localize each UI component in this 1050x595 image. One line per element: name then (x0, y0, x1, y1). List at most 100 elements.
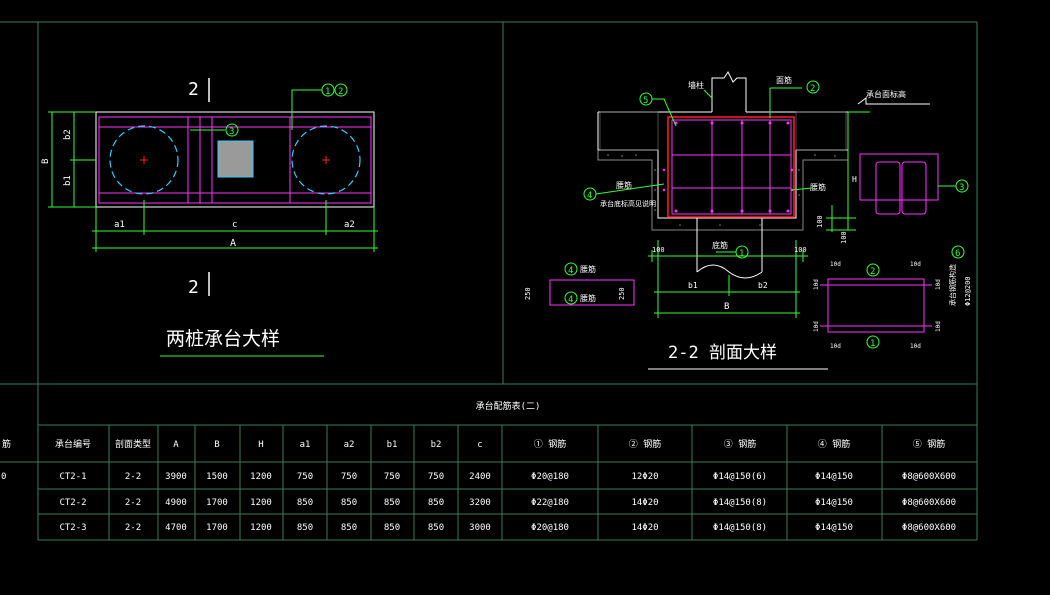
table-header-cell: ③ 钢筋 (724, 438, 756, 450)
dim-c: c (232, 220, 237, 230)
table-header-cell: a2 (344, 440, 355, 450)
table-cell: 1500 (206, 472, 228, 482)
left-drawing-title: 两桩承台大样 (166, 328, 280, 350)
svg-text:5: 5 (643, 96, 648, 106)
svg-text:1: 1 (325, 87, 330, 97)
svg-text:250: 250 (524, 287, 532, 300)
table-cell: 2400 (469, 472, 491, 482)
svg-text:4: 4 (568, 295, 573, 305)
table-cell: 14Φ20 (631, 498, 658, 508)
svg-text:1: 1 (739, 249, 744, 259)
table-cell: 750 (341, 472, 357, 482)
table-cell: CT2-1 (59, 472, 86, 482)
table-header-cell: b1 (387, 440, 398, 450)
table-cut-header: 筋 (2, 438, 11, 450)
svg-text:承台钢筋构造: 承台钢筋构造 (948, 264, 957, 306)
table-cell: 850 (428, 523, 444, 533)
right-drawing-title: 2-2 剖面大样 (668, 343, 777, 363)
svg-text:2: 2 (338, 87, 343, 97)
table-cell: Φ14@150(6) (713, 472, 767, 482)
table-cell: 850 (297, 523, 313, 533)
svg-text:10d: 10d (830, 261, 841, 268)
table-cell: Φ14@150 (815, 523, 853, 533)
svg-text:腰筋: 腰筋 (580, 293, 596, 303)
dim-b2: b2 (63, 129, 73, 140)
table-cell: 12Φ20 (631, 472, 658, 482)
svg-text:腰筋: 腰筋 (616, 180, 632, 190)
table-cell: 14Φ20 (631, 523, 658, 533)
table-cell: 850 (297, 498, 313, 508)
table-cell: CT2-2 (59, 498, 86, 508)
table-cut-row: 0 (1, 472, 6, 482)
table-cell: 1700 (206, 498, 228, 508)
svg-text:6: 6 (955, 249, 960, 259)
table-header-cell: H (258, 440, 263, 450)
table-cell: CT2-3 (59, 523, 86, 533)
svg-text:H: H (852, 175, 857, 184)
svg-text:10d: 10d (910, 261, 921, 268)
dim-b1: b1 (63, 175, 73, 186)
table-header-cell: 承台编号 (55, 438, 91, 450)
cad-drawing-canvas: 2 2 3 1 2 B b1 b2 a1 c a2 A 两桩承台大样 墙柱 面筋… (0, 0, 1050, 595)
table-cell: 3000 (469, 523, 491, 533)
table-cell: 4700 (165, 523, 187, 533)
table-header-cell: A (173, 440, 179, 450)
table-cell: Φ14@150(8) (713, 523, 767, 533)
svg-text:100: 100 (652, 246, 665, 254)
table-header-cell: ② 钢筋 (629, 438, 661, 450)
table-cell: Φ14@150 (815, 498, 853, 508)
table-cell: 1700 (206, 523, 228, 533)
column (217, 140, 254, 178)
svg-text:10d: 10d (935, 321, 942, 332)
svg-text:4: 4 (587, 191, 592, 201)
table-header-cell: b2 (431, 440, 442, 450)
table-cell: Φ20@180 (531, 472, 569, 482)
table-header-cell: B (214, 440, 219, 450)
svg-text:腰筋: 腰筋 (810, 182, 826, 192)
table-header-cell: ① 钢筋 (534, 438, 566, 450)
svg-text:墙柱: 墙柱 (688, 80, 704, 90)
table-cell: Φ8@600X600 (902, 472, 956, 482)
table-header-cell: ⑤ 钢筋 (913, 438, 945, 450)
svg-text:3: 3 (229, 127, 234, 137)
svg-text:250: 250 (618, 287, 626, 300)
table-header-cell: c (477, 440, 482, 450)
svg-text:100: 100 (840, 231, 848, 244)
dim-a1: a1 (114, 220, 125, 230)
table-cell: 1200 (250, 472, 272, 482)
table-cell: 750 (384, 472, 400, 482)
table-cell: 3900 (165, 472, 187, 482)
table-cell: 2-2 (125, 472, 141, 482)
svg-text:3: 3 (959, 183, 964, 193)
svg-text:10d: 10d (813, 321, 820, 332)
svg-text:面筋: 面筋 (776, 75, 792, 85)
svg-text:承台面标高: 承台面标高 (866, 89, 906, 99)
svg-text:Φ12@200: Φ12@200 (964, 276, 972, 306)
table-cell: Φ8@600X600 (902, 523, 956, 533)
table-header-cell: ④ 钢筋 (818, 438, 850, 450)
table-cell: 850 (341, 498, 357, 508)
svg-text:100: 100 (794, 246, 807, 254)
svg-text:10d: 10d (910, 343, 921, 350)
dim-A: A (230, 238, 236, 249)
section-mark-bottom: 2 (188, 277, 199, 298)
table-cell: Φ14@150 (815, 472, 853, 482)
svg-text:1: 1 (870, 339, 875, 349)
table-cell: 850 (428, 498, 444, 508)
table-cell: 4900 (165, 498, 187, 508)
table-cell: Φ8@600X600 (902, 498, 956, 508)
dim-a2: a2 (344, 220, 355, 230)
svg-text:4: 4 (568, 266, 573, 276)
section-dim-b2: b2 (758, 281, 768, 290)
svg-text:10d: 10d (813, 279, 820, 290)
table-cell: 1200 (250, 523, 272, 533)
table-cell: Φ22@180 (531, 498, 569, 508)
table-cell: 3200 (469, 498, 491, 508)
svg-text:2: 2 (810, 84, 815, 94)
table-cell: 2-2 (125, 498, 141, 508)
svg-text:10d: 10d (830, 343, 841, 350)
table-title: 承台配筋表(二) (476, 400, 541, 412)
table-cell: 750 (297, 472, 313, 482)
table-cell: 850 (341, 523, 357, 533)
table-cell: 750 (428, 472, 444, 482)
